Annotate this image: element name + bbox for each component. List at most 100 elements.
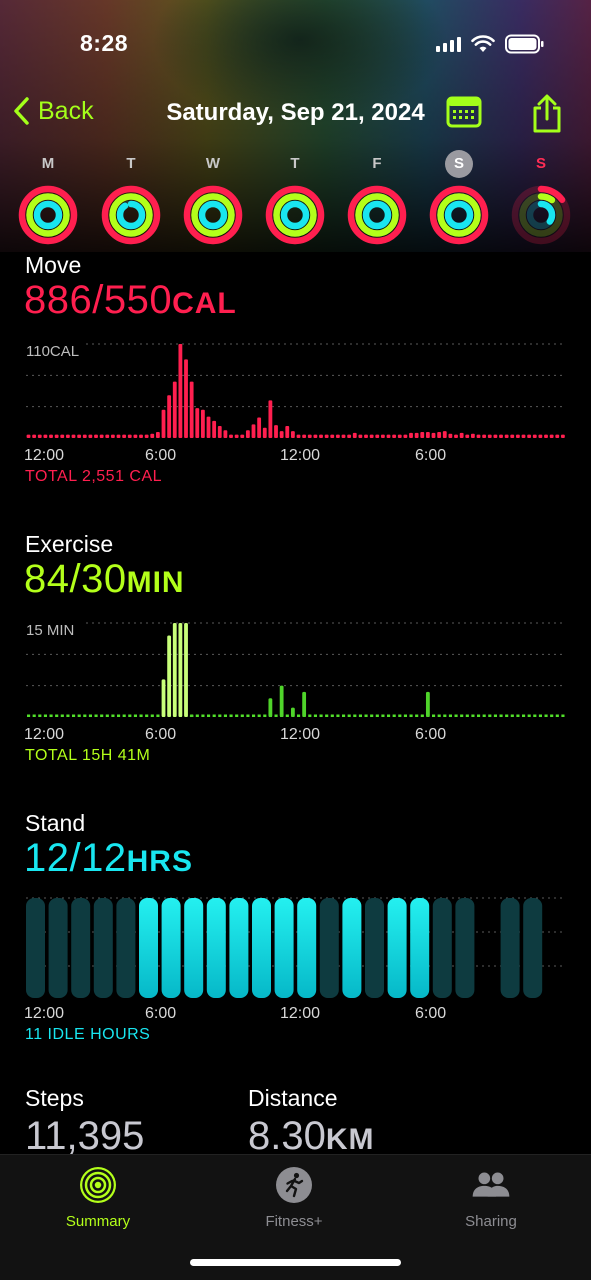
distance-stat: Distance 8.30KM xyxy=(248,1085,375,1159)
move-bar xyxy=(397,434,402,438)
x-tick-label: 6:00 xyxy=(145,1005,176,1022)
move-value: 886/550CAL xyxy=(24,278,237,323)
x-tick-label: 6:00 xyxy=(145,726,176,743)
activity-rings-icon xyxy=(265,185,325,245)
exercise-baseline-dot xyxy=(38,714,42,717)
x-tick-label: 12:00 xyxy=(24,1005,64,1022)
tab-fitness-plus[interactable]: Fitness+ xyxy=(224,1165,364,1230)
x-tick-label: 12:00 xyxy=(24,726,64,743)
move-bar xyxy=(290,431,295,438)
activity-rings-icon xyxy=(347,185,407,245)
day-friday[interactable]: F xyxy=(346,150,408,245)
exercise-baseline-dot xyxy=(319,714,323,717)
move-bar xyxy=(482,434,487,438)
steps-stat: Steps 11,395 xyxy=(25,1085,144,1159)
move-bar xyxy=(82,434,87,438)
exercise-bar xyxy=(167,635,172,717)
y-max-label: 15 MIN xyxy=(26,622,74,639)
move-bar xyxy=(144,434,149,438)
move-bar xyxy=(116,434,121,438)
exercise-label: Exercise xyxy=(25,531,114,557)
move-bar xyxy=(386,434,391,438)
stand-hour-achieved xyxy=(274,898,294,998)
stand-value: 12/12HRS xyxy=(24,836,193,881)
move-bar xyxy=(465,434,470,438)
move-bar xyxy=(532,434,537,438)
exercise-bar xyxy=(178,623,183,717)
stand-total: 11 IDLE HOURS xyxy=(25,1026,151,1043)
exercise-baseline-dot xyxy=(240,714,244,717)
day-tuesday[interactable]: T xyxy=(100,150,162,245)
exercise-baseline-dot xyxy=(246,714,250,717)
exercise-baseline-dot xyxy=(111,714,115,717)
day-saturday[interactable]: S xyxy=(428,150,490,245)
exercise-baseline-dot xyxy=(218,714,222,717)
calendar-button[interactable] xyxy=(446,96,482,133)
stand-ring xyxy=(362,200,392,230)
move-bar xyxy=(150,433,155,438)
day-letter: M xyxy=(41,155,55,172)
exercise-baseline-dot xyxy=(488,714,492,717)
move-bar xyxy=(32,434,37,438)
move-bar xyxy=(515,434,520,438)
exercise-value: 84/30MIN xyxy=(24,557,185,602)
move-bar xyxy=(240,434,245,438)
exercise-baseline-dot xyxy=(27,714,31,717)
stand-hour-missed xyxy=(26,898,45,998)
exercise-baseline-dot xyxy=(415,714,419,717)
home-indicator xyxy=(190,1259,401,1266)
move-bar xyxy=(122,434,127,438)
exercise-baseline-dot xyxy=(420,714,424,717)
exercise-baseline-dot xyxy=(398,714,402,717)
day-thursday[interactable]: T xyxy=(264,150,326,245)
move-bar xyxy=(454,434,458,438)
move-bar xyxy=(296,434,301,438)
stand-hour-missed xyxy=(523,898,543,998)
exercise-baseline-dot xyxy=(471,714,475,717)
stand-hour-missed xyxy=(432,898,452,998)
status-time: 8:28 xyxy=(80,30,129,56)
exercise-baseline-dot xyxy=(308,714,312,717)
exercise-baseline-dot xyxy=(330,714,334,717)
day-sunday[interactable]: S xyxy=(510,150,572,245)
day-wednesday[interactable]: W xyxy=(182,150,244,245)
stand-hour-achieved xyxy=(184,898,204,998)
exercise-baseline-dot xyxy=(100,714,104,717)
exercise-baseline-dot xyxy=(477,714,481,717)
activity-rings-icon xyxy=(101,185,161,245)
exercise-baseline-dot xyxy=(522,714,526,717)
activity-rings-icon xyxy=(18,185,78,245)
move-bar xyxy=(268,400,273,438)
move-bar xyxy=(274,425,278,438)
exercise-baseline-dot xyxy=(347,714,351,717)
stand-label: Stand xyxy=(25,810,86,836)
move-bar xyxy=(195,408,200,438)
move-bar xyxy=(459,432,464,438)
stand-hour-missed xyxy=(500,898,520,998)
day-monday[interactable]: M xyxy=(17,150,79,245)
share-button[interactable] xyxy=(530,94,564,139)
exercise-baseline-dot xyxy=(297,714,301,717)
move-bar xyxy=(212,420,217,438)
move-chart: 110CAL 12:00 6:00 12:00 6:00 xyxy=(24,343,566,464)
distance-number: 8.30 xyxy=(248,1114,326,1158)
tab-sharing[interactable]: Sharing xyxy=(421,1165,561,1230)
tab-label: Sharing xyxy=(465,1213,517,1230)
tab-summary[interactable]: Summary xyxy=(28,1165,168,1230)
x-tick-label: 6:00 xyxy=(145,447,176,464)
x-tick-label: 6:00 xyxy=(415,447,446,464)
day-letter: T xyxy=(290,155,300,172)
move-bar xyxy=(37,434,42,438)
move-bar xyxy=(94,434,98,438)
move-bar xyxy=(510,434,515,438)
stand-ring xyxy=(280,200,310,230)
exercise-baseline-dot xyxy=(505,714,509,717)
move-bar xyxy=(184,359,188,438)
exercise-baseline-dot xyxy=(432,714,436,717)
move-bar xyxy=(403,434,408,438)
day-letter-today: S xyxy=(535,155,546,172)
move-bar xyxy=(105,434,110,438)
move-bar xyxy=(99,434,104,438)
stand-ring xyxy=(116,200,146,230)
stand-unit: HRS xyxy=(126,845,193,878)
